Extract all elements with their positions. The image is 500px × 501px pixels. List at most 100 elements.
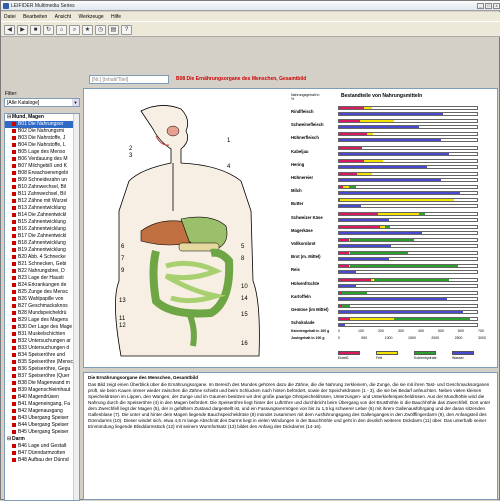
stop-icon[interactable]: ■ xyxy=(30,25,41,35)
tree-item[interactable]: B41 Mageneingang, Fa xyxy=(5,401,79,408)
tree-item[interactable]: B33 Untersuchungen d xyxy=(5,345,79,352)
favorites-icon[interactable]: ★ xyxy=(82,25,93,35)
tree-item[interactable]: B25 Zunge des Mensc xyxy=(5,289,79,296)
legend-swatch xyxy=(414,351,436,355)
bar-segment xyxy=(350,265,458,268)
toolbar: ◀ ▶ ■ ↻ ⌂ ⌕ ★ ◷ ▤ ? xyxy=(1,21,500,37)
page-icon xyxy=(12,317,16,322)
tree-item[interactable]: B48 Aufbau der Dünnd xyxy=(5,457,79,464)
tree-item[interactable]: B35 Speiseröhre (Mensc xyxy=(5,359,79,366)
search-input[interactable]: [Nr.] [Inhalt/Titel] xyxy=(89,75,169,84)
axis-label: Joule­gehalt in 100 g xyxy=(291,336,325,341)
page-icon xyxy=(12,324,16,329)
bar-segment xyxy=(363,107,373,109)
tree-item[interactable]: B09 Schneidezahn un xyxy=(5,177,79,184)
refresh-icon[interactable]: ↻ xyxy=(43,25,54,35)
tree-item[interactable]: B19 Zahnentwicklung xyxy=(5,247,79,254)
app-window: LEIFIDER Multimedia Series _ □ × Datei B… xyxy=(0,0,500,501)
tree-item[interactable]: B24 Erkrankungen de xyxy=(5,282,79,289)
tree-item[interactable]: B46 Lage und Gestalt xyxy=(5,443,79,450)
tree-item[interactable]: B43 Übergang Speiser xyxy=(5,415,79,422)
tick-label: 500 xyxy=(361,336,368,341)
bar-segment xyxy=(339,252,349,255)
vertical-scrollbar[interactable] xyxy=(73,114,79,500)
forward-icon[interactable]: ▶ xyxy=(17,25,28,35)
tree-item[interactable]: B15 Zahnentwicklung xyxy=(5,219,79,226)
tree-item[interactable]: B38 Die Magenwand m xyxy=(5,380,79,387)
tree-item[interactable]: B34 Speiseröhre und xyxy=(5,352,79,359)
tree-item[interactable]: B23 Lage der Hausti xyxy=(5,275,79,282)
maximize-button[interactable]: □ xyxy=(485,3,492,9)
tree-item[interactable]: B26 Wahlpapille von xyxy=(5,296,79,303)
minimize-button[interactable]: _ xyxy=(477,3,484,9)
tree-item[interactable]: B03 Die Nahrstoffe, J xyxy=(5,135,79,142)
tree-item[interactable]: B28 Mundspeicheldrü xyxy=(5,310,79,317)
category-label: Magerkäse xyxy=(291,227,313,233)
tree-item[interactable]: B30 Der Lage des Mage xyxy=(5,324,79,331)
tree-item[interactable]: B18 Zahnentwicklung xyxy=(5,240,79,247)
tree-item[interactable]: B14 Die Zahnentwickl xyxy=(5,212,79,219)
page-icon xyxy=(12,443,16,448)
tree-item[interactable]: B47 Dünndarmzotten xyxy=(5,450,79,457)
tree-item[interactable]: B10 Zahnwechsel, Bil xyxy=(5,184,79,191)
tree-item[interactable]: B45 Übergang Speiser xyxy=(5,429,79,436)
figure-label-4: 4 xyxy=(227,164,231,170)
tree-item[interactable]: B12 Zähne mit Wurzel xyxy=(5,198,79,205)
tree-item[interactable]: B36 Speiseröhre, Gegu xyxy=(5,366,79,373)
bar-segment xyxy=(419,212,425,215)
tree-item[interactable]: B20 Abb. 4 Schnecke xyxy=(5,254,79,261)
tree-item[interactable]: B17 Die Zahnentwickl xyxy=(5,233,79,240)
tree-item[interactable]: B40 Magendrüsen xyxy=(5,394,79,401)
document-title: B08 Die Ernährungsorgane des Menschen, G… xyxy=(176,76,307,82)
tree-item[interactable]: B11 Zahnwechsel, Bil xyxy=(5,191,79,198)
tree-item[interactable]: B16 Zahnentwicklung xyxy=(5,226,79,233)
tree-item[interactable]: B07 Milchgebiß und K xyxy=(5,163,79,170)
tree-item[interactable]: B04 Die Nahrstoffe, L xyxy=(5,142,79,149)
tree-item[interactable]: B44 Übergang Speiser xyxy=(5,422,79,429)
tree-item-label: B43 Übergang Speiser xyxy=(18,415,69,421)
tree-item-label: B46 Lage und Gestalt xyxy=(18,443,67,449)
home-icon[interactable]: ⌂ xyxy=(56,25,67,35)
chevron-down-icon[interactable]: ▼ xyxy=(72,99,79,106)
print-icon[interactable]: ▤ xyxy=(108,25,119,35)
tree-item[interactable]: B42 Magenausgang xyxy=(5,408,79,415)
tree-item[interactable]: B06 Verdauung des M xyxy=(5,156,79,163)
category-label: Kabeljau xyxy=(291,148,309,154)
water-bar xyxy=(338,125,478,130)
tree-item[interactable]: B31 Muskelschichten xyxy=(5,331,79,338)
tree-item[interactable]: B05 Lage des Menso xyxy=(5,149,79,156)
filter-select[interactable]: [Alle Kataloge] ▼ xyxy=(4,98,80,107)
tree-item[interactable]: B08 Erwachsenengebi xyxy=(5,170,79,177)
tree-item-label: B25 Zunge des Mensc xyxy=(18,289,69,295)
tree-item[interactable]: B32 Untersuchungen ar xyxy=(5,338,79,345)
tree-item[interactable]: B01 Die Nahrungsor xyxy=(5,121,79,128)
figure-label-2: 2 xyxy=(129,146,133,152)
page-icon xyxy=(12,373,16,378)
tree-item[interactable]: B13 Zahnentwicklung xyxy=(5,205,79,212)
tree-folder[interactable]: ⊟Mund, Magen xyxy=(5,114,79,121)
help-icon[interactable]: ? xyxy=(121,25,132,35)
tree-item-label: B36 Speiseröhre, Gegu xyxy=(18,366,71,372)
tree-item[interactable]: B27 Geschmacksknos xyxy=(5,303,79,310)
tree-item[interactable]: B02 Die Nahrungsmi xyxy=(5,128,79,135)
window-title: LEIFIDER Multimedia Series xyxy=(11,3,75,9)
tree-item[interactable]: B29 Lage des Magens xyxy=(5,317,79,324)
legend-swatch xyxy=(452,351,474,355)
bar-segment xyxy=(339,278,371,281)
category-label: Hering xyxy=(291,161,305,167)
page-icon xyxy=(12,198,16,203)
legend-label: Eiweiß xyxy=(338,356,349,360)
tree-item[interactable]: B21 Schnecken, Gebi xyxy=(5,261,79,268)
catalog-tree[interactable]: ⊟Mund, Magen B01 Die Nahrungsor B02 Die Na… xyxy=(4,113,80,501)
tree-item-label: B29 Lage des Magens xyxy=(18,317,69,323)
history-icon[interactable]: ◷ xyxy=(95,25,106,35)
tree-item[interactable]: B37 Speiseröhre (Quer xyxy=(5,373,79,380)
close-button[interactable]: × xyxy=(493,3,500,9)
search-icon[interactable]: ⌕ xyxy=(69,25,80,35)
back-icon[interactable]: ◀ xyxy=(4,25,15,35)
tree-item-label: B28 Mundspeicheldrü xyxy=(18,310,67,316)
tree-item[interactable]: B22 Nahrungsbrei, D xyxy=(5,268,79,275)
bar-segment xyxy=(339,311,464,313)
tree-folder[interactable]: ⊟Darm xyxy=(5,436,79,443)
tree-item[interactable]: B39 Magenschleimhaut xyxy=(5,387,79,394)
